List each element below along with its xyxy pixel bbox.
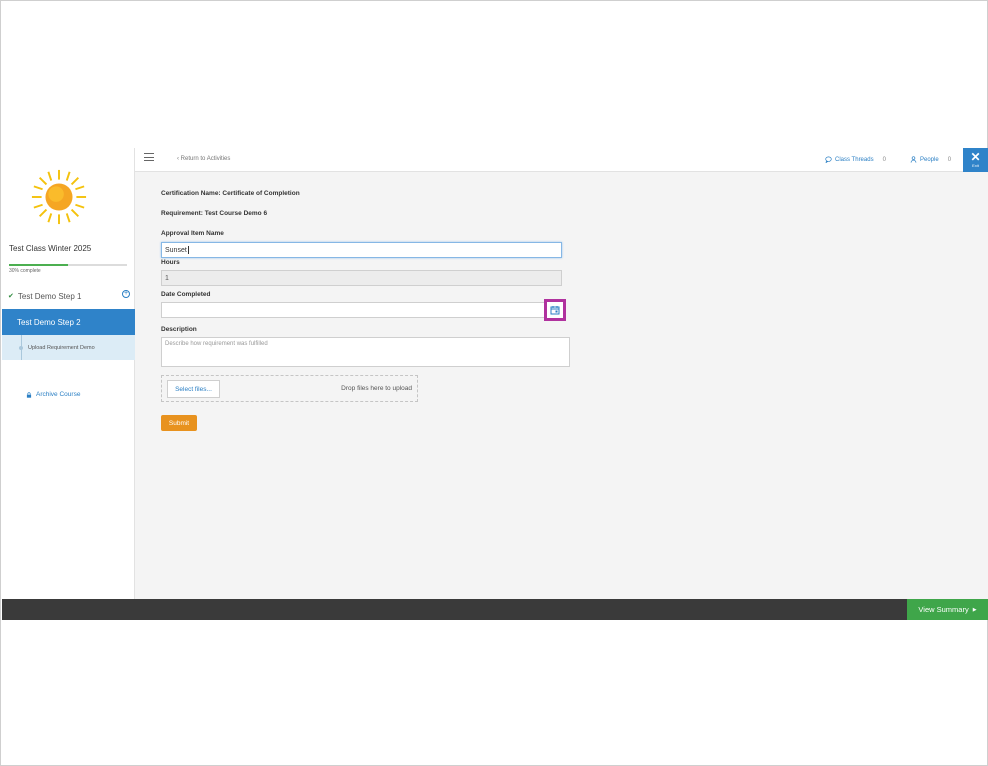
people-count: 0 bbox=[947, 156, 952, 163]
exit-button[interactable]: ✕ Exit bbox=[963, 148, 988, 172]
text-caret bbox=[187, 246, 189, 254]
chat-bubble-icon bbox=[825, 156, 832, 163]
sidebar-item-step-2[interactable]: Test Demo Step 2 bbox=[2, 309, 135, 335]
hours-input: 1 bbox=[161, 270, 562, 286]
footer-bar: View Summary ▶ bbox=[2, 599, 988, 620]
top-bar: ‹ Return to Activities Class Threads 0 P… bbox=[135, 148, 988, 172]
substep-label: Upload Requirement Demo bbox=[28, 344, 95, 351]
class-title: Test Class Winter 2025 bbox=[9, 244, 92, 253]
expand-plus-icon[interactable]: + bbox=[122, 290, 130, 298]
class-threads-link[interactable]: Class Threads 0 bbox=[825, 156, 886, 163]
class-threads-label: Class Threads bbox=[835, 156, 874, 163]
close-icon: ✕ bbox=[970, 150, 981, 164]
select-files-button[interactable]: Select files... bbox=[167, 380, 220, 398]
person-icon bbox=[910, 156, 917, 163]
people-label: People bbox=[920, 156, 939, 163]
progress-bar-fill bbox=[9, 264, 68, 266]
return-to-activities-link[interactable]: ‹ Return to Activities bbox=[177, 156, 230, 162]
course-sidebar: Test Class Winter 2025 30% complete ✔ Te… bbox=[2, 148, 135, 599]
description-placeholder: Describe how requirement was fulfilled bbox=[165, 341, 268, 347]
app-window: Test Class Winter 2025 30% complete ✔ Te… bbox=[2, 148, 988, 620]
people-link[interactable]: People 0 bbox=[910, 156, 951, 163]
view-summary-button[interactable]: View Summary ▶ bbox=[907, 599, 988, 620]
calendar-button[interactable] bbox=[544, 299, 566, 321]
date-completed-label: Date Completed bbox=[161, 291, 211, 298]
tree-dot-icon bbox=[19, 346, 23, 350]
step-1-label: Test Demo Step 1 bbox=[17, 291, 82, 301]
checkmark-icon: ✔ bbox=[8, 293, 14, 300]
progress-text: 30% complete bbox=[9, 268, 41, 274]
description-label: Description bbox=[161, 326, 197, 333]
main-content: Certification Name: Certificate of Compl… bbox=[135, 172, 988, 599]
lock-icon bbox=[26, 391, 32, 398]
description-textarea[interactable]: Describe how requirement was fulfilled bbox=[161, 337, 570, 367]
exit-label: Exit bbox=[972, 163, 979, 168]
view-summary-label: View Summary bbox=[918, 605, 969, 614]
submit-button[interactable]: Submit bbox=[161, 415, 197, 431]
archive-course-label: Archive Course bbox=[36, 391, 81, 398]
approval-item-input[interactable]: Sunset bbox=[161, 242, 562, 258]
file-dropzone[interactable]: Select files... Drop files here to uploa… bbox=[161, 375, 418, 402]
requirement-name: Requirement: Test Course Demo 6 bbox=[161, 210, 268, 217]
hamburger-menu-icon[interactable] bbox=[144, 153, 154, 161]
certification-name: Certification Name: Certificate of Compl… bbox=[161, 190, 300, 197]
class-threads-count: 0 bbox=[882, 156, 886, 163]
approval-item-value: Sunset bbox=[165, 246, 187, 254]
screen-frame: Test Class Winter 2025 30% complete ✔ Te… bbox=[0, 0, 988, 766]
sidebar-subitem-upload-requirement[interactable]: Upload Requirement Demo bbox=[2, 335, 135, 360]
sun-icon bbox=[31, 169, 87, 225]
calendar-icon bbox=[550, 306, 560, 315]
hours-label: Hours bbox=[161, 259, 180, 266]
archive-course-link[interactable]: Archive Course bbox=[26, 391, 80, 398]
caret-right-icon: ▶ bbox=[972, 606, 977, 613]
step-2-label: Test Demo Step 2 bbox=[17, 317, 81, 327]
progress-bar bbox=[9, 264, 127, 266]
sidebar-item-step-1[interactable]: ✔ Test Demo Step 1 + bbox=[2, 285, 135, 307]
date-completed-input[interactable] bbox=[161, 302, 545, 318]
approval-item-label: Approval Item Name bbox=[161, 230, 224, 237]
hours-value: 1 bbox=[165, 274, 169, 282]
return-label: Return to Activities bbox=[180, 156, 231, 162]
drop-files-text: Drop files here to upload bbox=[341, 385, 412, 392]
